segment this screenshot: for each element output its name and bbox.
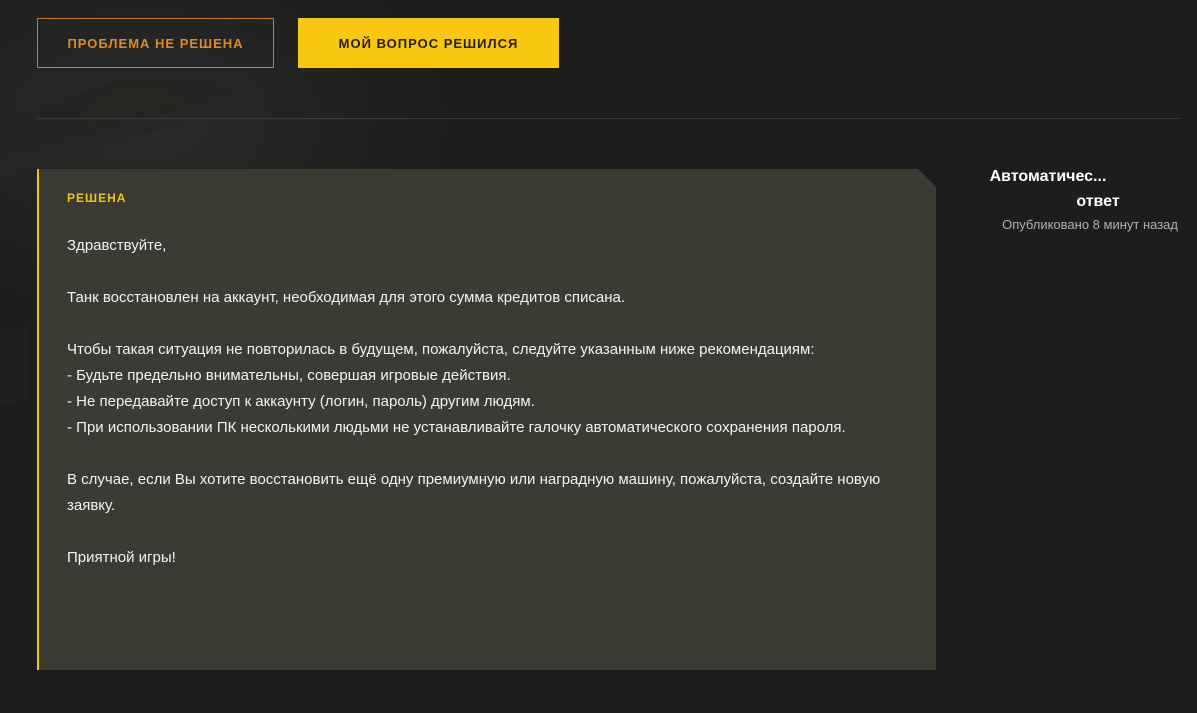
message-line: Здравствуйте, [67,237,167,254]
message-line: В случае, если Вы хотите восстановить ещ… [67,471,881,514]
author-name-line2: ответ [1076,193,1120,210]
section-divider [37,118,1180,119]
status-badge: РЕШЕНА [67,191,127,205]
message-line: - При использовании ПК несколькими людьм… [67,419,846,436]
author-name-line1: Автоматичес... [989,168,1107,185]
published-timestamp: Опубликовано 8 минут назад [1002,217,1178,232]
problem-not-solved-button[interactable]: ПРОБЛЕМА НЕ РЕШЕНА [37,18,274,68]
message-paragraph: Танк восстановлен на аккаунт, необходима… [67,285,908,311]
message-paragraph: В случае, если Вы хотите восстановить ещ… [67,467,908,519]
message-paragraph: Здравствуйте, [67,233,908,259]
message-line: Чтобы такая ситуация не повторилась в бу… [67,341,815,358]
message-paragraph: Приятной игры! [67,545,908,571]
support-message-card: РЕШЕНА Здравствуйте, Танк восстановлен н… [37,168,937,670]
ticket-page: ПРОБЛЕМА НЕ РЕШЕНА МОЙ ВОПРОС РЕШИЛСЯ РЕ… [0,0,1197,713]
message-line: Приятной игры! [67,549,176,566]
message-line: - Будьте предельно внимательны, совершая… [67,367,511,384]
message-body: Здравствуйте, Танк восстановлен на аккау… [67,233,908,571]
problem-not-solved-label: ПРОБЛЕМА НЕ РЕШЕНА [67,35,244,51]
message-line: - Не передавайте доступ к аккаунту (логи… [67,393,535,410]
message-line: Танк восстановлен на аккаунт, необходима… [67,289,626,306]
question-solved-label: МОЙ ВОПРОС РЕШИЛСЯ [338,35,519,51]
author-name: Автоматичес... ответ [958,164,1178,214]
card-corner-cut [917,168,937,188]
message-author: Автоматичес... ответ Опубликовано 8 мину… [958,164,1178,232]
question-solved-button[interactable]: МОЙ ВОПРОС РЕШИЛСЯ [298,18,559,68]
message-paragraph: Чтобы такая ситуация не повторилась в бу… [67,337,908,441]
